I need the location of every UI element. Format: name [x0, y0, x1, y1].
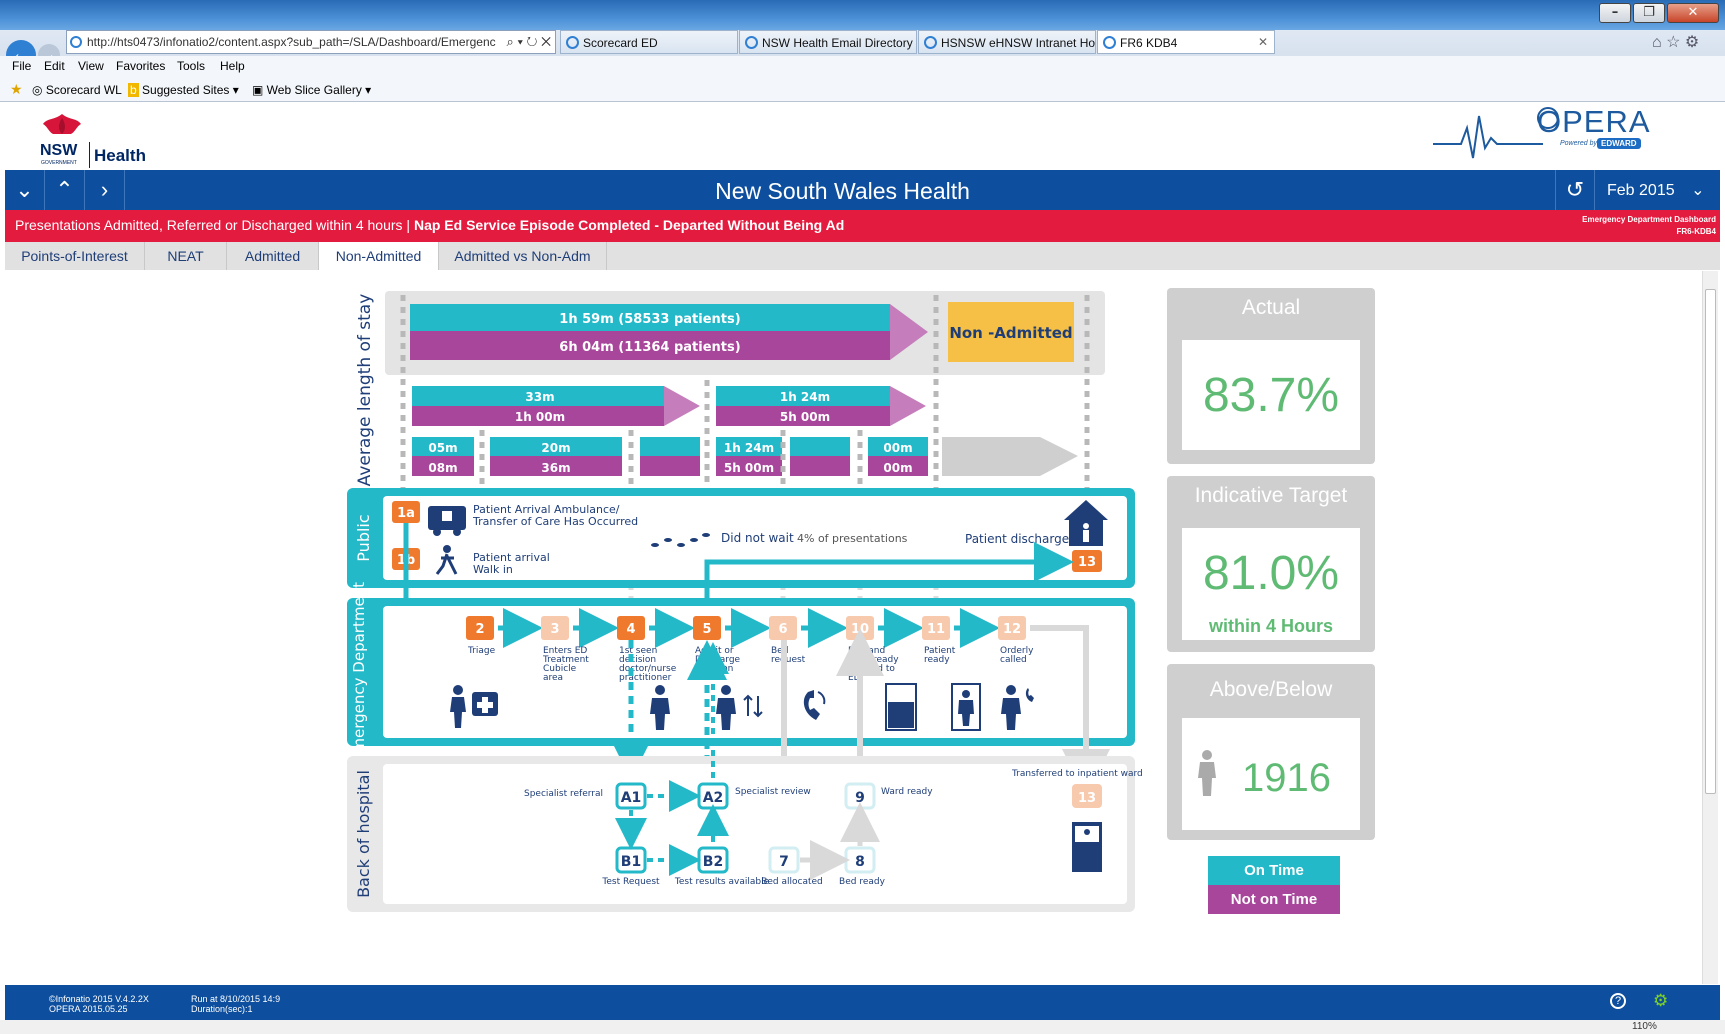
seg-teal-label: 1h 24m	[724, 441, 774, 455]
footer-run-info: Run at 8/10/2015 14:9 Duration(sec):1	[191, 994, 280, 1014]
los-top-purple-label: 6h 04m (11364 patients)	[559, 340, 740, 355]
legend-not-on-time: Not on Time	[1208, 885, 1340, 914]
app-footer: ©Infonatio 2015 V.4.2.2X OPERA 2015.05.2…	[5, 985, 1720, 1020]
a2-label: A2	[703, 790, 724, 806]
target-kpi-title: Indicative Target	[1194, 484, 1348, 507]
los-top-teal-label: 1h 59m (58533 patients)	[559, 312, 740, 327]
seg-teal-label: 20m	[541, 441, 570, 455]
node-7-label: 7	[779, 854, 789, 870]
target-kpi-card: Indicative Target 81.0% within 4 Hours	[1167, 476, 1375, 652]
target-kpi-value: 81.0%	[1202, 547, 1340, 600]
seg-teal-bar	[790, 437, 850, 456]
actual-kpi-card: Actual 83.7%	[1167, 288, 1375, 464]
inpatient-bed-icon	[1072, 822, 1102, 872]
ed-step-number: 5	[702, 622, 711, 637]
public-label: Public	[354, 514, 373, 561]
bed-ready-icon	[885, 683, 917, 731]
node-8-desc: Bed ready	[839, 877, 886, 887]
ed-step-number: 10	[851, 622, 869, 637]
did-not-wait-label: Did not wait	[721, 531, 794, 545]
above-below-kpi-value: 1916	[1242, 756, 1331, 800]
person-icon	[1198, 750, 1216, 796]
seg-purple-bar	[640, 456, 700, 476]
non-admitted-label: Non -Admitted	[949, 324, 1072, 342]
actual-kpi-value: 83.7%	[1202, 369, 1340, 422]
back-label: Back of hospital	[354, 770, 373, 898]
zoom-level[interactable]: 110%	[1632, 1021, 1657, 1032]
patient-flow-diagram: Average length of stay 1h 59m (58533 pat…	[347, 291, 1143, 912]
above-below-kpi-card: Above/Below 1916	[1167, 664, 1375, 840]
ed-step-number: 11	[927, 622, 945, 637]
node-9-label: 9	[855, 790, 865, 806]
node-7-desc: Bed allocated	[761, 877, 823, 887]
actual-kpi-inner: 83.7%	[1182, 340, 1360, 450]
step-1a-number: 1a	[397, 506, 415, 521]
seg-purple-bar	[790, 456, 850, 476]
footer-version: ©Infonatio 2015 V.4.2.2X OPERA 2015.05.2…	[49, 994, 149, 1014]
node-13-back-desc: Transferred to inpatient ward	[1011, 769, 1143, 779]
settings-gear-icon[interactable]: ⚙	[1653, 991, 1668, 1011]
target-kpi-inner: 81.0% within 4 Hours	[1182, 528, 1360, 640]
footer-run-line2: Duration(sec):1	[191, 1004, 253, 1014]
above-below-kpi-title: Above/Below	[1209, 678, 1333, 701]
mid1-arrowhead	[664, 386, 700, 426]
node-13-back-label: 13	[1078, 791, 1096, 806]
b1-label: B1	[621, 854, 641, 870]
mid2-purple-label: 5h 00m	[780, 410, 830, 424]
seg-grey-arrow	[942, 437, 1078, 476]
patient-discharge-label: Patient discharge	[965, 532, 1069, 546]
did-not-wait-pct: 4% of presentations	[797, 532, 908, 545]
actual-kpi-title: Actual	[1241, 296, 1301, 319]
a1-desc: Specialist referral	[524, 789, 603, 799]
mid2-arrowhead	[890, 386, 926, 426]
a2-desc: Specialist review	[735, 787, 811, 797]
b1-desc: Test Request	[601, 877, 660, 887]
seg-teal-bar	[640, 437, 700, 456]
b2-label: B2	[703, 854, 723, 870]
above-below-kpi-inner: 1916	[1182, 718, 1360, 830]
help-icon[interactable]: ?	[1610, 993, 1626, 1009]
step-13-number: 13	[1078, 555, 1096, 570]
b2-desc: Test results available	[674, 877, 770, 887]
seg-purple-label: 08m	[428, 461, 457, 475]
arrival-ambulance-label2: Transfer of Care Has Occurred	[472, 515, 638, 528]
node-8-label: 8	[855, 854, 865, 870]
seg-purple-label: 36m	[541, 461, 570, 475]
ed-step-number: 2	[475, 622, 484, 637]
mid1-teal-label: 33m	[525, 390, 554, 404]
ed-step-label: Triage	[467, 646, 496, 656]
seg-purple-label: 00m	[883, 461, 912, 475]
seg-teal-label: 05m	[428, 441, 457, 455]
node-9-desc: Ward ready	[881, 787, 933, 797]
target-kpi-subtitle: within 4 Hours	[1208, 616, 1333, 636]
walk-in-label2: Walk in	[473, 563, 513, 576]
ed-step-number: 6	[778, 622, 787, 637]
mid2-teal-label: 1h 24m	[780, 390, 830, 404]
footer-version-line1: ©Infonatio 2015 V.4.2.2X	[49, 994, 149, 1004]
patient-ready-icon	[951, 683, 981, 731]
ed-label: Emergency Department	[350, 582, 368, 762]
seg-teal-label: 00m	[883, 441, 912, 455]
los-axis-label: Average length of stay	[355, 294, 375, 487]
ed-step-number: 3	[550, 622, 559, 637]
ed-step-number: 12	[1003, 622, 1021, 637]
a1-label: A1	[621, 790, 642, 806]
seg-purple-label: 5h 00m	[724, 461, 774, 475]
mid1-purple-label: 1h 00m	[515, 410, 565, 424]
ed-step-number: 4	[626, 622, 635, 637]
browser-status-bar: 110%	[0, 1020, 1725, 1034]
footer-version-line2: OPERA 2015.05.25	[49, 1004, 128, 1014]
legend-on-time: On Time	[1208, 856, 1340, 885]
footer-run-line1: Run at 8/10/2015 14:9	[191, 994, 281, 1004]
